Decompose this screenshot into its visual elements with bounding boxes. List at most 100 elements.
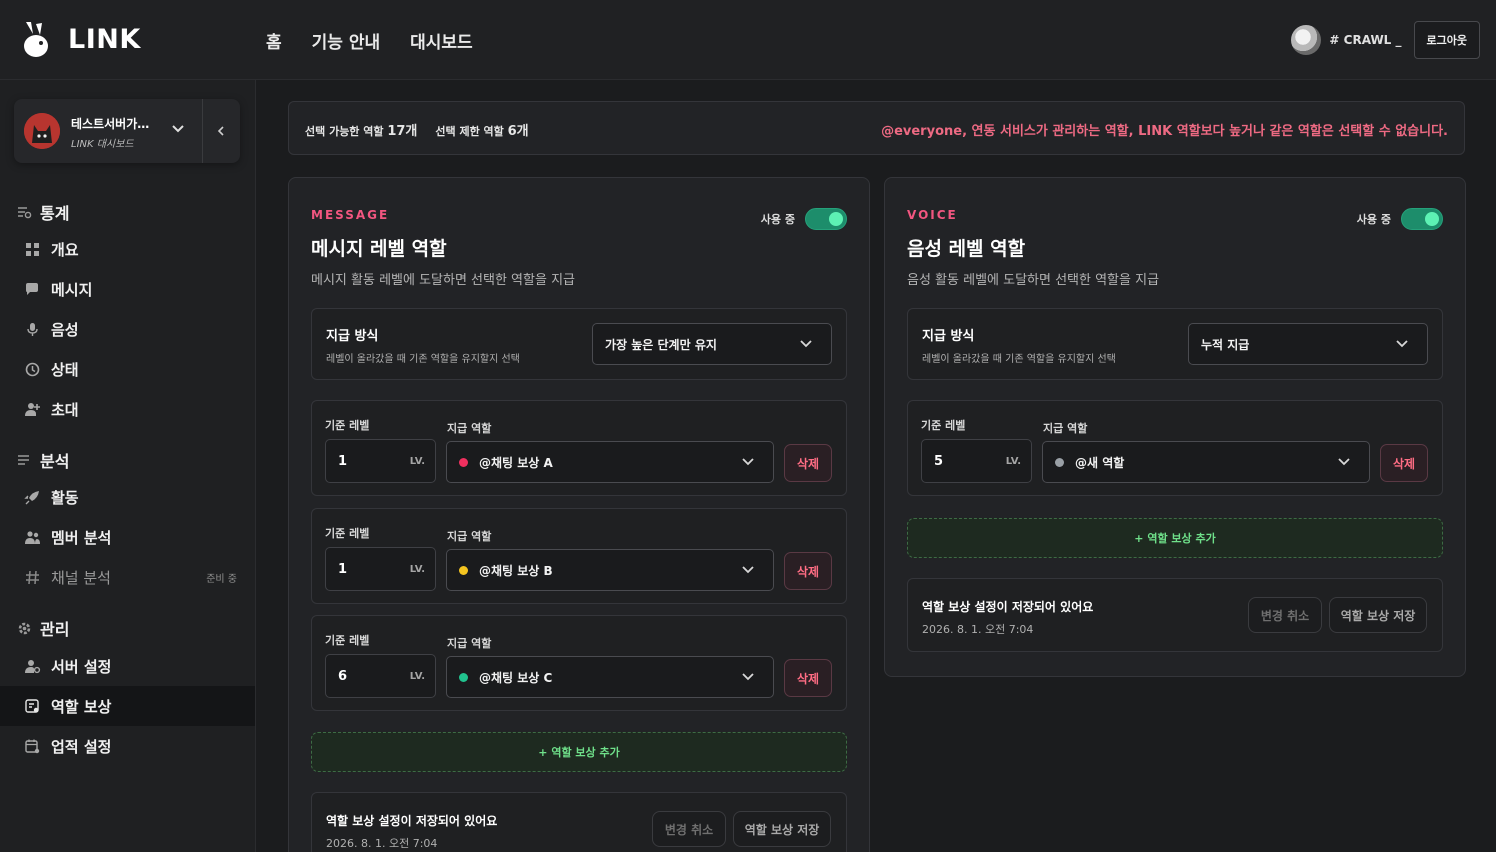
level-input[interactable]: 1 LV. — [325, 547, 436, 591]
role-value: @채팅 보상 A — [479, 455, 553, 470]
grant-method-value: 가장 높은 단계만 유지 — [605, 337, 717, 352]
role-restriction-notice: @everyone, 연동 서비스가 관리하는 역할, LINK 역할보다 높거… — [881, 124, 1448, 139]
sidebar-item-status[interactable]: 상태 — [0, 349, 255, 389]
sidebar-item-label: 음성 — [51, 320, 79, 339]
add-role-reward-button[interactable]: + 역할 보상 추가 — [907, 518, 1443, 558]
main-nav: 홈 기능 안내 대시보드 — [266, 28, 473, 53]
delete-rule-button[interactable]: 삭제 — [784, 444, 832, 482]
sidebar-item-overview[interactable]: 개요 — [0, 229, 255, 269]
toggle-label: 사용 중 — [1356, 213, 1391, 226]
role-select[interactable]: @채팅 보상 B — [446, 549, 774, 591]
grant-method-select[interactable]: 가장 높은 단계만 유지 — [592, 323, 832, 365]
save-status-box: 역할 보상 설정이 저장되어 있어요 2026. 8. 1. 오전 7:04 변… — [907, 578, 1443, 652]
chevron-down-icon — [742, 458, 754, 466]
sidebar-item-label: 업적 설정 — [51, 737, 112, 756]
sidebar: 테스트서버가… LINK 대시보드 통계 개요 메시지 음성 상태 초대 분석 … — [0, 80, 256, 852]
grant-method-title: 지급 방식 — [922, 329, 975, 344]
collapse-sidebar-icon[interactable] — [214, 123, 228, 139]
level-label: 기준 레벨 — [325, 527, 370, 540]
stats-section-icon — [18, 206, 32, 218]
grant-method-select[interactable]: 누적 지급 — [1188, 323, 1428, 365]
status-icon — [25, 362, 40, 376]
restricted-roles-count: 6개 — [507, 124, 529, 139]
role-color-dot — [459, 457, 468, 467]
role-label: 지급 역할 — [447, 422, 492, 435]
panel-eyebrow: MESSAGE — [311, 208, 390, 222]
delete-rule-button[interactable]: 삭제 — [784, 659, 832, 697]
level-value: 1 — [338, 454, 348, 469]
user-add-icon — [25, 402, 40, 416]
sidebar-item-label: 역할 보상 — [51, 697, 112, 716]
voice-level-panel: VOICE 음성 레벨 역할 음성 활동 레벨에 도달하면 선택한 역할을 지급… — [884, 177, 1466, 677]
nav-home[interactable]: 홈 — [266, 28, 282, 53]
role-select[interactable]: @채팅 보상 C — [446, 656, 774, 698]
save-status-box: 역할 보상 설정이 저장되어 있어요 2026. 8. 1. 오전 7:04 변… — [311, 792, 847, 852]
rabbit-logo-icon — [24, 22, 48, 57]
sidebar-item-member-analysis[interactable]: 멤버 분석 — [0, 517, 255, 557]
sidebar-item-message[interactable]: 메시지 — [0, 269, 255, 309]
section-analysis-label: 분석 — [40, 452, 70, 471]
save-role-reward-button[interactable]: 역할 보상 저장 — [733, 811, 831, 847]
level-label: 기준 레벨 — [325, 634, 370, 647]
level-unit: LV. — [409, 671, 425, 682]
level-unit: LV. — [409, 564, 425, 575]
sidebar-item-role-rewards[interactable]: 역할 보상 — [0, 686, 255, 726]
sidebar-item-invite[interactable]: 초대 — [0, 389, 255, 429]
role-value: @채팅 보상 C — [479, 670, 553, 685]
users-icon — [25, 530, 40, 544]
role-rule-row: 기준 레벨 지급 역할 1 LV. @채팅 보상 B 삭제 — [311, 508, 847, 604]
level-value: 6 — [338, 669, 348, 684]
save-status-time: 2026. 8. 1. 오전 7:04 — [922, 623, 1034, 636]
level-label: 기준 레벨 — [921, 419, 966, 432]
cancel-changes-button[interactable]: 변경 취소 — [1248, 597, 1322, 633]
save-role-reward-button[interactable]: 역할 보상 저장 — [1329, 597, 1427, 633]
restricted-roles-label: 선택 제한 역할 — [435, 125, 504, 138]
role-color-dot — [1055, 457, 1064, 467]
role-select[interactable]: @새 역할 — [1042, 441, 1370, 483]
server-switcher[interactable]: 테스트서버가… LINK 대시보드 — [14, 99, 240, 163]
role-select[interactable]: @채팅 보상 A — [446, 441, 774, 483]
divider — [202, 99, 203, 163]
cancel-changes-button[interactable]: 변경 취소 — [652, 811, 726, 847]
logout-button[interactable]: 로그아웃 — [1413, 21, 1480, 59]
level-input[interactable]: 1 LV. — [325, 439, 436, 483]
panel-description: 음성 활동 레벨에 도달하면 선택한 역할을 지급 — [907, 273, 1160, 288]
chevron-down-icon[interactable] — [170, 121, 186, 137]
logo[interactable]: LINK — [22, 20, 141, 58]
level-input[interactable]: 5 LV. — [921, 439, 1032, 483]
section-manage-label: 관리 — [40, 620, 70, 639]
chevron-down-icon — [742, 673, 754, 681]
selectable-roles-count: 17개 — [387, 124, 418, 139]
sidebar-item-label: 초대 — [51, 400, 79, 419]
microphone-icon — [27, 322, 38, 336]
sidebar-item-label: 개요 — [51, 240, 79, 259]
level-value: 1 — [338, 562, 348, 577]
grant-method-value: 누적 지급 — [1201, 337, 1250, 352]
chevron-down-icon — [742, 566, 754, 574]
role-info-bar: 선택 가능한 역할 17개 선택 제한 역할 6개 @everyone, 연동 … — [288, 101, 1465, 155]
chat-icon — [26, 282, 38, 295]
sidebar-item-server-settings[interactable]: 서버 설정 — [0, 646, 255, 686]
add-role-reward-button[interactable]: + 역할 보상 추가 — [311, 732, 847, 772]
nav-dashboard[interactable]: 대시보드 — [410, 28, 473, 53]
panel-description: 메시지 활동 레벨에 도달하면 선택한 역할을 지급 — [311, 273, 575, 288]
sidebar-item-label: 활동 — [51, 488, 79, 507]
section-analysis: 분석 — [16, 448, 69, 472]
section-manage: 관리 — [16, 616, 69, 640]
sidebar-item-achievement-settings[interactable]: 업적 설정 — [0, 726, 255, 766]
user-avatar[interactable] — [1291, 25, 1322, 55]
delete-rule-button[interactable]: 삭제 — [784, 552, 832, 590]
delete-rule-button[interactable]: 삭제 — [1380, 444, 1428, 482]
grant-method-description: 레벨이 올라갔을 때 기존 역할을 유지할지 선택 — [326, 354, 520, 365]
sidebar-item-activity[interactable]: 활동 — [0, 477, 255, 517]
sidebar-item-voice[interactable]: 음성 — [0, 309, 255, 349]
level-input[interactable]: 6 LV. — [325, 654, 436, 698]
nav-features[interactable]: 기능 안내 — [312, 28, 380, 53]
enable-toggle-group: 사용 중 — [1357, 208, 1443, 230]
role-rule-row: 기준 레벨 지급 역할 6 LV. @채팅 보상 C 삭제 — [311, 615, 847, 711]
user-menu: # CRAWL _ 로그아웃 — [1291, 21, 1480, 59]
enable-toggle[interactable] — [1401, 208, 1443, 230]
grant-method-title: 지급 방식 — [326, 329, 379, 344]
level-label: 기준 레벨 — [325, 419, 370, 432]
enable-toggle[interactable] — [805, 208, 847, 230]
